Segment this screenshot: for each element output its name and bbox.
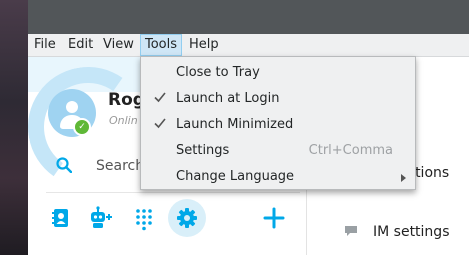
- online-status-icon: ✓: [73, 118, 91, 136]
- user-status-text[interactable]: Onlin: [109, 114, 138, 127]
- submenu-arrow-icon: [401, 174, 406, 182]
- search-input[interactable]: Search: [96, 158, 144, 174]
- checkmark-icon: [154, 92, 166, 103]
- settings-gear-icon[interactable]: [174, 205, 200, 231]
- menu-item-change-language[interactable]: Change Language: [141, 164, 415, 190]
- search-icon[interactable]: [56, 157, 72, 173]
- chat-bubble-icon: [345, 226, 357, 236]
- menu-item-label: Launch at Login: [176, 91, 280, 106]
- menu-edit[interactable]: Edit: [64, 34, 97, 56]
- plus-icon[interactable]: [261, 205, 287, 231]
- menu-item-launch-at-login[interactable]: Launch at Login: [141, 86, 415, 112]
- menu-tools[interactable]: Tools: [140, 34, 183, 56]
- menu-item-label: Close to Tray: [176, 65, 260, 80]
- dialpad-icon[interactable]: [131, 205, 157, 231]
- menu-help[interactable]: Help: [185, 34, 223, 56]
- search-divider: [46, 192, 300, 193]
- menu-view[interactable]: View: [99, 34, 138, 56]
- menu-item-shortcut: Ctrl+Comma: [308, 143, 393, 158]
- menu-bar: File Edit View Tools Help: [28, 34, 469, 57]
- menu-item-launch-minimized[interactable]: Launch Minimized: [141, 112, 415, 138]
- menu-item-close-to-tray[interactable]: Close to Tray: [141, 60, 415, 86]
- contacts-icon[interactable]: [48, 205, 74, 231]
- menu-item-settings[interactable]: Settings Ctrl+Comma: [141, 138, 415, 164]
- checkmark-icon: [154, 118, 166, 129]
- menu-item-label: Settings: [176, 143, 230, 158]
- tools-dropdown-menu: Close to Tray Launch at Login Launch Min…: [140, 56, 416, 190]
- window-titlebar[interactable]: [28, 0, 469, 34]
- menu-file[interactable]: File: [30, 34, 60, 56]
- menu-item-label: Change Language: [176, 169, 295, 184]
- add-bot-icon[interactable]: [88, 205, 114, 231]
- avatar-head: [66, 101, 78, 113]
- im-settings-link[interactable]: IM settings: [373, 224, 450, 240]
- menu-item-label: Launch Minimized: [176, 117, 294, 132]
